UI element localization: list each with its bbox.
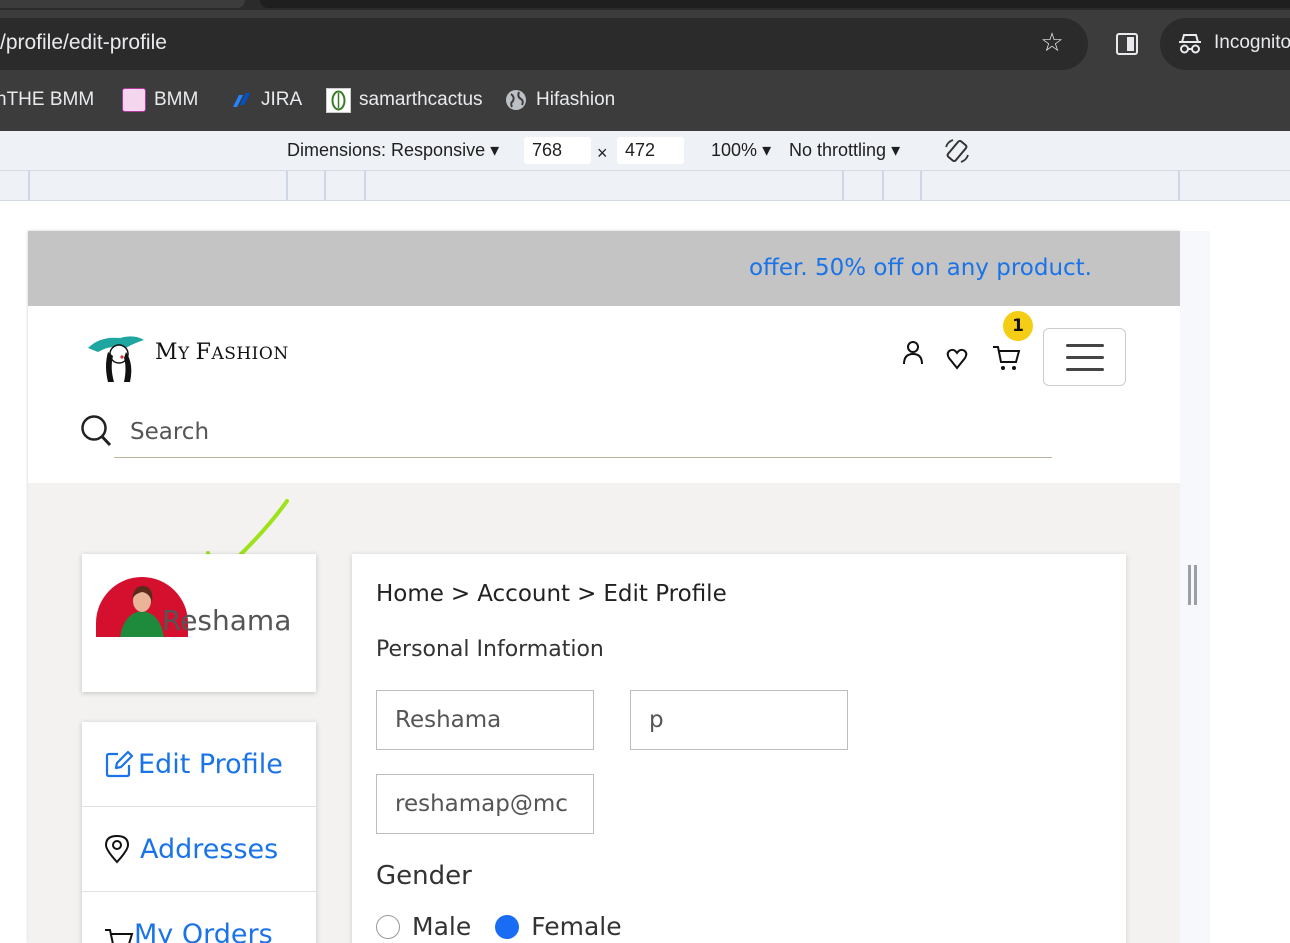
brand-letter: F: [195, 340, 212, 365]
browser-tab[interactable]: [0, 0, 245, 8]
search-input[interactable]: [114, 406, 1052, 458]
search-icon[interactable]: [80, 414, 112, 448]
hamburger-line: [1066, 344, 1104, 347]
breadcrumb-home[interactable]: Home: [376, 581, 444, 607]
height-input[interactable]: 472: [617, 137, 684, 164]
menu-item-label: Addresses: [140, 833, 279, 865]
menu-item-addresses[interactable]: Addresses: [82, 807, 316, 892]
brand-letter: M: [155, 340, 179, 365]
bookmark-label: BMM: [154, 89, 199, 110]
side-panel-icon[interactable]: [1116, 33, 1138, 55]
menu-item-label: My Orders: [134, 918, 273, 943]
announcement-text: offer. 50% off on any product.: [748, 255, 1092, 281]
user-icon[interactable]: [902, 340, 924, 366]
heart-icon[interactable]: [946, 348, 968, 370]
bookmark-label: Hifashion: [536, 89, 616, 110]
edit-profile-card: Home > Account > Edit Profile Personal Infor…: [352, 554, 1126, 943]
browser-toolbar: /profile/edit-profile ☆ Incognito: [0, 10, 1290, 80]
menu-item-edit-profile[interactable]: Edit Profile: [82, 722, 316, 807]
gender-label: Gender: [376, 861, 472, 891]
incognito-indicator[interactable]: Incognito: [1160, 18, 1290, 70]
bookmark-label: nTHE BMM: [0, 89, 95, 110]
bookmark-jira[interactable]: JIRA: [229, 86, 302, 114]
dimensions-times: ×: [597, 143, 608, 163]
dropdown-caret-icon: ▾: [490, 140, 500, 160]
dimensions-dropdown[interactable]: Dimensions: Responsive ▾: [287, 140, 499, 161]
bookmark-samarthcactus[interactable]: samarthcactus: [326, 86, 483, 114]
menu-toggle-button[interactable]: [1043, 328, 1126, 386]
hamburger-line: [1066, 356, 1104, 359]
cart-icon: [105, 929, 134, 943]
breadcrumb-edit-profile: Edit Profile: [603, 581, 727, 607]
cart-icon[interactable]: [991, 344, 1021, 372]
cart-count-badge: 1: [1003, 311, 1033, 341]
page-viewport: offer. 50% off on any product. MY FASHIO…: [28, 231, 1180, 943]
device-toolbar: Dimensions: Responsive ▾ 768 × 472 100% …: [0, 131, 1290, 171]
edit-icon: [105, 750, 134, 778]
profile-name: Reshama: [162, 604, 292, 637]
dimensions-label: Dimensions: Responsive: [287, 140, 486, 160]
bookmark-label: JIRA: [261, 89, 303, 110]
throttling-label: No throttling: [789, 140, 887, 160]
bookmarks-bar: nTHE BMM BMM JIRA samarthcactus Hifashio…: [0, 80, 1290, 132]
gender-female-label[interactable]: Female: [531, 912, 621, 941]
width-input[interactable]: 768: [524, 137, 591, 164]
brand-text: ASHION: [211, 344, 289, 364]
bookmark-bmm[interactable]: BMM: [122, 86, 198, 114]
brand-name[interactable]: MY FASHION: [155, 340, 289, 365]
rotate-icon[interactable]: [943, 137, 971, 165]
menu-item-my-orders[interactable]: My Orders: [82, 892, 316, 943]
gender-radio-group: Male Female: [376, 912, 622, 941]
jira-icon: [233, 93, 250, 107]
last-name-field[interactable]: [630, 690, 848, 750]
url-text[interactable]: /profile/edit-profile: [0, 31, 167, 55]
incognito-icon: [1179, 34, 1201, 54]
section-title: Personal Information: [376, 637, 604, 662]
bmm-favicon-icon: [122, 88, 146, 112]
browser-tab-active[interactable]: [260, 0, 1290, 8]
bookmark-label: samarthcactus: [359, 89, 483, 110]
breadcrumb: Home > Account > Edit Profile: [376, 581, 727, 607]
hamburger-line: [1066, 368, 1104, 371]
bookmark-the-bmm[interactable]: nTHE BMM: [0, 86, 94, 114]
incognito-label: Incognito: [1214, 32, 1290, 53]
email-field[interactable]: [376, 774, 594, 834]
bookmark-star-icon[interactable]: ☆: [1038, 29, 1066, 57]
bookmark-hifashion[interactable]: Hifashion: [504, 86, 615, 114]
first-name-field[interactable]: [376, 690, 594, 750]
breadcrumb-separator: >: [450, 581, 471, 607]
throttling-dropdown[interactable]: No throttling ▾: [789, 140, 900, 161]
profile-card: Reshama: [82, 554, 316, 692]
location-pin-icon: [104, 834, 130, 864]
resize-handle[interactable]: [1188, 565, 1198, 605]
announcement-bar: offer. 50% off on any product.: [28, 231, 1180, 306]
brand-logo-icon[interactable]: [86, 330, 148, 384]
site-header: MY FASHION 1: [28, 306, 1180, 483]
gender-male-radio[interactable]: [376, 914, 400, 939]
breadcrumb-account[interactable]: Account: [477, 581, 570, 607]
gender-male-label[interactable]: Male: [412, 912, 471, 941]
globe-icon: [506, 90, 526, 110]
dropdown-caret-icon: ▾: [891, 140, 901, 160]
cactus-favicon-icon: [326, 87, 351, 113]
account-menu: Edit Profile Addresses My Orders: [82, 722, 316, 943]
address-bar[interactable]: /profile/edit-profile: [0, 18, 1088, 70]
breadcrumb-separator: >: [577, 581, 597, 607]
tab-strip: [0, 0, 1290, 10]
zoom-label: 100%: [711, 140, 758, 160]
gender-female-radio[interactable]: [495, 914, 520, 939]
menu-item-label: Edit Profile: [138, 748, 283, 780]
dropdown-caret-icon: ▾: [762, 140, 772, 160]
brand-text: Y: [178, 344, 196, 364]
zoom-dropdown[interactable]: 100% ▾: [711, 140, 771, 161]
media-query-ruler: [0, 171, 1290, 201]
